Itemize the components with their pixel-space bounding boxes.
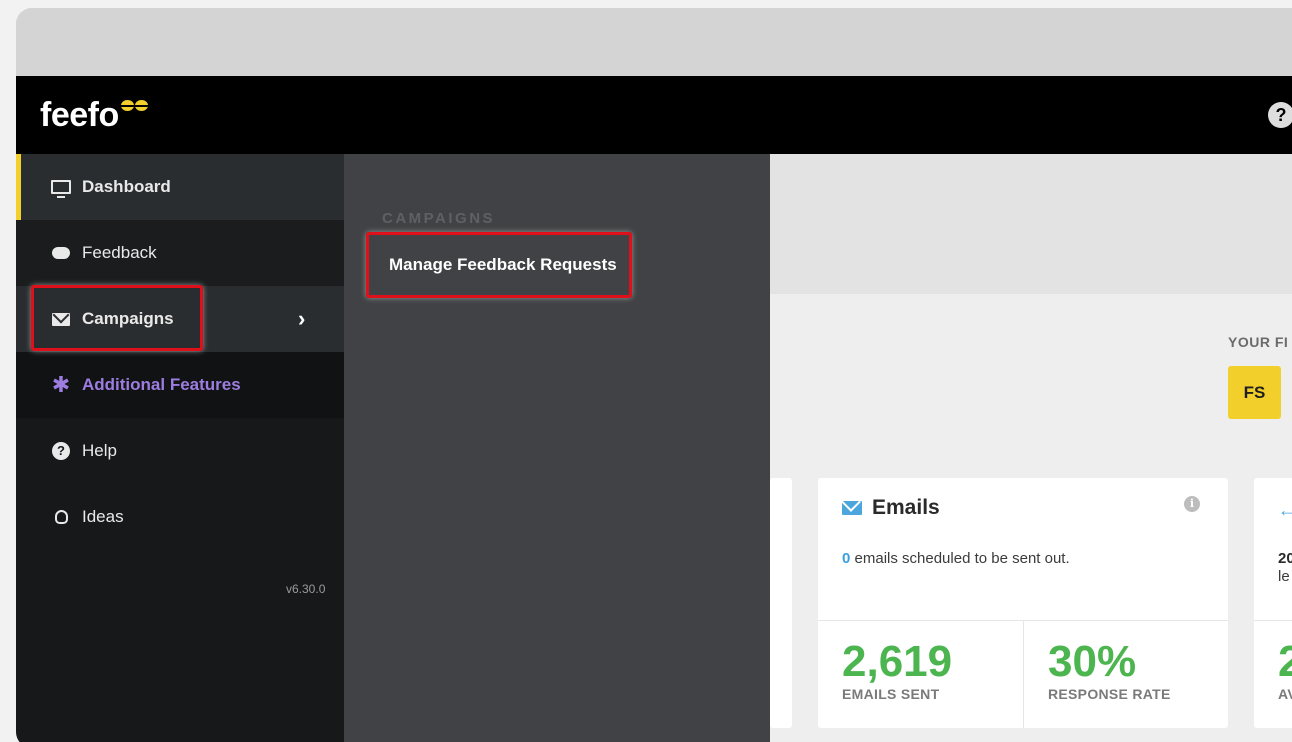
emails-card-header: Emails (842, 496, 940, 520)
stat-response-rate: 30% RESPONSE RATE (1048, 637, 1171, 703)
your-label: YOUR FI (1228, 334, 1289, 350)
scheduled-description: emails scheduled to be sent out. (850, 550, 1070, 567)
app-window: feefo ? YOUR FI FS Emails i 0 emails sch… (16, 8, 1292, 742)
top-bar: feefo ? (16, 76, 1292, 154)
feefo-logo[interactable]: feefo (40, 96, 148, 135)
highlight-campaigns (31, 285, 203, 351)
sidebar-item-feedback[interactable]: Feedback (16, 220, 344, 286)
stat-label: AV (1278, 686, 1292, 702)
browser-chrome (16, 8, 1292, 76)
right-card-text-line1: 20 (1278, 550, 1292, 567)
sidebar-item-dashboard[interactable]: Dashboard (16, 154, 344, 220)
content-header (770, 154, 1292, 294)
divider (1254, 620, 1292, 621)
sidebar-item-ideas[interactable]: Ideas (16, 484, 344, 550)
sidebar-item-label: Ideas (82, 507, 124, 526)
divider (1023, 620, 1024, 728)
right-card-stat: 2 AV (1278, 637, 1292, 703)
emails-card-title: Emails (872, 496, 940, 519)
stat-emails-sent: 2,619 EMAILS SENT (842, 637, 953, 703)
right-card-text-line2: le (1278, 568, 1290, 585)
info-icon[interactable]: i (1184, 496, 1200, 512)
envelope-icon (842, 501, 862, 515)
logo-eyes-icon (120, 100, 148, 111)
sidebar-item-label: Additional Features (82, 375, 241, 394)
right-card-text: 20 le (1278, 550, 1292, 586)
emails-scheduled-text: 0 emails scheduled to be sent out. (842, 550, 1070, 567)
monitor-icon (50, 180, 72, 198)
chat-icon (50, 247, 72, 259)
sidebar: Dashboard Feedback Campaigns › ✱ Additio… (16, 154, 344, 742)
sidebar-item-help[interactable]: ? Help (16, 418, 344, 484)
logo-text: feefo (40, 96, 119, 134)
stat-value: 2 (1278, 637, 1292, 686)
sidebar-item-label: Help (82, 441, 117, 460)
stat-label: RESPONSE RATE (1048, 686, 1171, 702)
arrow-left-icon: ← (1278, 500, 1292, 520)
version-label: v6.30.0 (286, 582, 326, 596)
asterisk-icon: ✱ (51, 372, 71, 397)
stat-label: EMAILS SENT (842, 686, 940, 702)
main-content: YOUR FI FS Emails i 0 emails scheduled t… (770, 154, 1292, 742)
stat-value: 30% (1048, 637, 1137, 686)
chevron-right-icon: › (298, 306, 306, 331)
submenu-header: CAMPAIGNS (382, 210, 496, 227)
emails-card: Emails i 0 emails scheduled to be sent o… (818, 478, 1228, 728)
user-avatar-badge[interactable]: FS (1228, 366, 1281, 419)
submenu-item-manage-feedback-requests[interactable]: Manage Feedback Requests (366, 232, 632, 298)
sidebar-item-additional-features[interactable]: ✱ Additional Features (16, 352, 344, 418)
help-icon[interactable]: ? (1268, 102, 1292, 128)
left-card (770, 478, 792, 728)
question-circle-icon: ? (50, 442, 72, 460)
campaigns-submenu: CAMPAIGNS Manage Feedback Requests (344, 154, 770, 742)
submenu-item-label: Manage Feedback Requests (389, 255, 617, 274)
stat-value: 2,619 (842, 637, 953, 686)
sidebar-item-label: Dashboard (82, 177, 171, 196)
right-card: ← 20 le 2 AV (1254, 478, 1292, 728)
sidebar-item-label: Feedback (82, 243, 157, 262)
lightbulb-icon (50, 510, 72, 524)
